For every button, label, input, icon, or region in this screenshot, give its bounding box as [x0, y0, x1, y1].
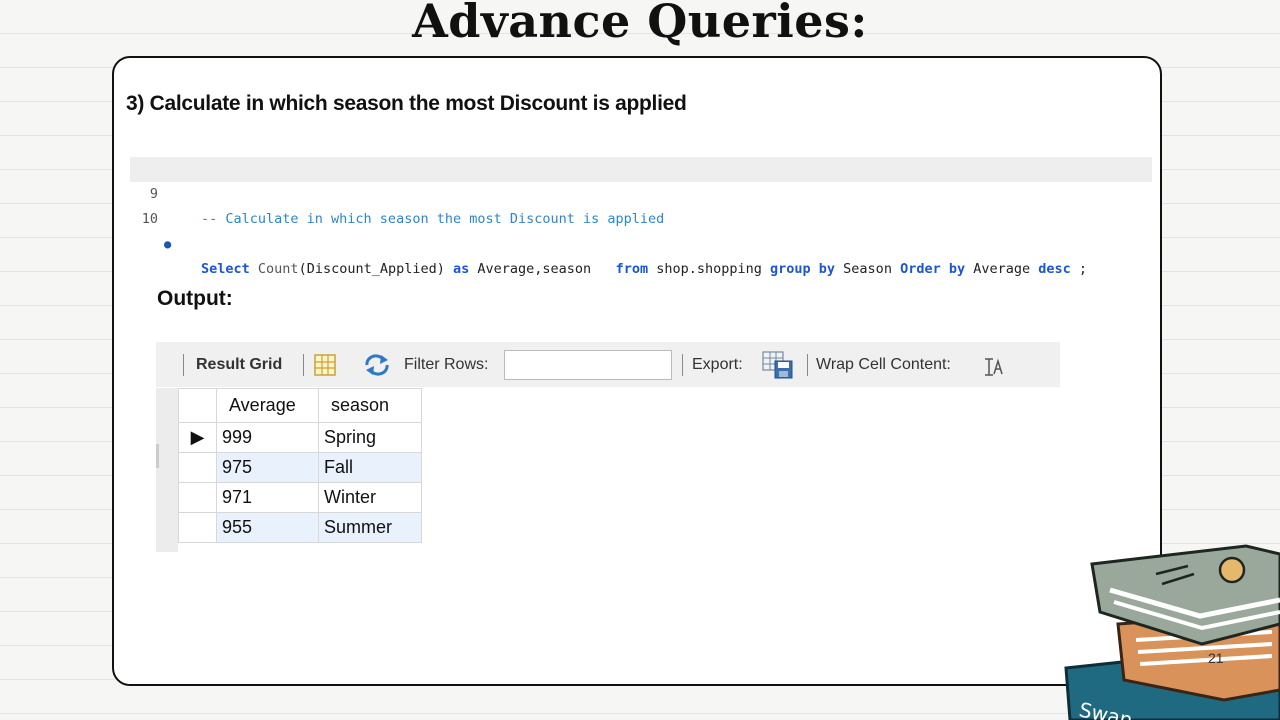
- export-label: Export:: [692, 356, 743, 373]
- row-selector: [178, 452, 217, 483]
- refresh-icon[interactable]: [363, 354, 391, 376]
- filter-rows-input[interactable]: [504, 350, 672, 380]
- output-label: Output:: [157, 287, 233, 310]
- cell-average[interactable]: 999: [216, 422, 319, 453]
- page-number: 21: [1208, 650, 1224, 666]
- cell-season[interactable]: Spring: [318, 422, 422, 453]
- wrap-cell-label: Wrap Cell Content:: [816, 356, 951, 373]
- cell-season[interactable]: Fall: [318, 452, 422, 483]
- sql-token: desc: [1038, 261, 1071, 277]
- export-icon[interactable]: [762, 351, 794, 379]
- slide-title: Advance Queries:: [412, 0, 868, 48]
- table-row[interactable]: 971 Winter: [178, 482, 422, 513]
- row-selector: [178, 482, 217, 513]
- sql-token: group by: [770, 261, 836, 277]
- current-row-icon: ▶: [178, 422, 217, 453]
- sql-token: as: [453, 261, 470, 277]
- sql-statement: Select Count(Discount_Applied) as Averag…: [201, 257, 1087, 282]
- table-row[interactable]: 955 Summer: [178, 512, 422, 543]
- grid-view-icon[interactable]: [314, 354, 336, 376]
- code-line-8: 8: [130, 132, 1152, 177]
- row-selector-header: [178, 388, 217, 423]
- cell-average[interactable]: 955: [216, 512, 319, 543]
- sql-token: Count: [257, 261, 299, 277]
- sql-token: from: [615, 261, 649, 277]
- sql-token: shop.shopping: [648, 261, 771, 277]
- sql-token: Season: [835, 261, 901, 277]
- cell-season[interactable]: Winter: [318, 482, 422, 513]
- code-line-10: 10 ● Select Count(Discount_Applied) as A…: [130, 182, 1152, 277]
- toolbar-divider: [303, 354, 304, 376]
- question-heading: 3) Calculate in which season the most Di…: [126, 92, 687, 115]
- cell-average[interactable]: 971: [216, 482, 319, 513]
- book-stack-sticker: Swan: [1064, 544, 1280, 720]
- result-toolbar: Result Grid Filter Rows: Export: Wrap Ce…: [156, 342, 1060, 387]
- code-line-9: 9 -- Calculate in which season the most …: [130, 157, 1152, 227]
- statement-marker-icon: ●: [164, 237, 172, 251]
- toolbar-divider: [183, 354, 184, 376]
- sql-token: Order by: [900, 261, 966, 277]
- column-header-season[interactable]: season: [318, 388, 422, 423]
- table-header-row: Average season: [178, 388, 422, 423]
- sql-token: Average: [965, 261, 1039, 277]
- cell-average[interactable]: 975: [216, 452, 319, 483]
- sql-token: Average,season: [469, 261, 616, 277]
- line-number: 10: [141, 211, 158, 227]
- toolbar-divider: [807, 354, 808, 376]
- filter-rows-label: Filter Rows:: [404, 356, 489, 373]
- cell-season[interactable]: Summer: [318, 512, 422, 543]
- table-row[interactable]: 975 Fall: [178, 452, 422, 483]
- grid-row-gutter: [156, 388, 178, 552]
- table-row[interactable]: ▶ 999 Spring: [178, 422, 422, 453]
- result-table: Average season ▶ 999 Spring 975 Fall 971…: [178, 388, 422, 543]
- sql-editor[interactable]: 8 9 -- Calculate in which season the mos…: [130, 132, 1152, 277]
- sql-comment: -- Calculate in which season the most Di…: [201, 211, 665, 227]
- column-header-average[interactable]: Average: [216, 388, 319, 423]
- row-selector: [178, 512, 217, 543]
- sql-token: ;: [1070, 261, 1088, 277]
- sql-token: (Discount_Applied): [298, 261, 453, 277]
- sql-token: Select: [201, 261, 250, 277]
- wrap-cell-icon[interactable]: [982, 357, 1004, 377]
- toolbar-divider: [682, 354, 683, 376]
- result-grid-tab[interactable]: Result Grid: [196, 342, 282, 387]
